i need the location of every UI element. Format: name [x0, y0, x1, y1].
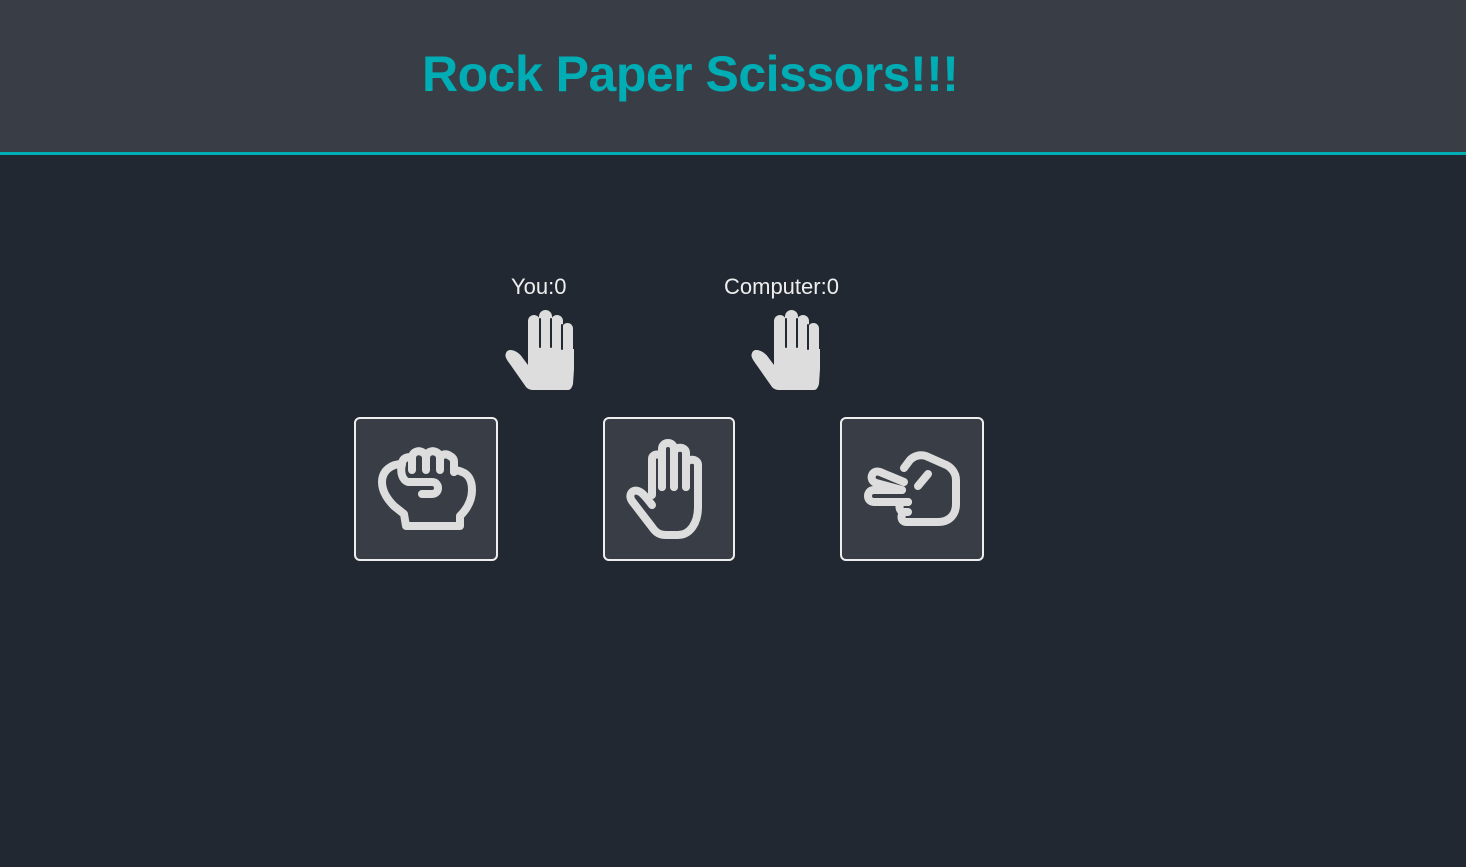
header-bar: Rock Paper Scissors!!! — [0, 0, 1466, 155]
computer-pick-hand-icon — [750, 309, 824, 393]
rock-button[interactable] — [354, 417, 498, 561]
page-title: Rock Paper Scissors!!! — [422, 46, 959, 102]
scissors-hand-icon — [864, 451, 960, 526]
computer-score: Computer:0 — [724, 274, 839, 299]
player-score: You:0 — [511, 274, 567, 299]
player-pick-hand-icon — [504, 309, 578, 393]
open-hand-icon — [626, 439, 702, 539]
paper-button[interactable] — [603, 417, 735, 561]
fist-icon — [378, 447, 476, 530]
scissors-button[interactable] — [840, 417, 984, 561]
